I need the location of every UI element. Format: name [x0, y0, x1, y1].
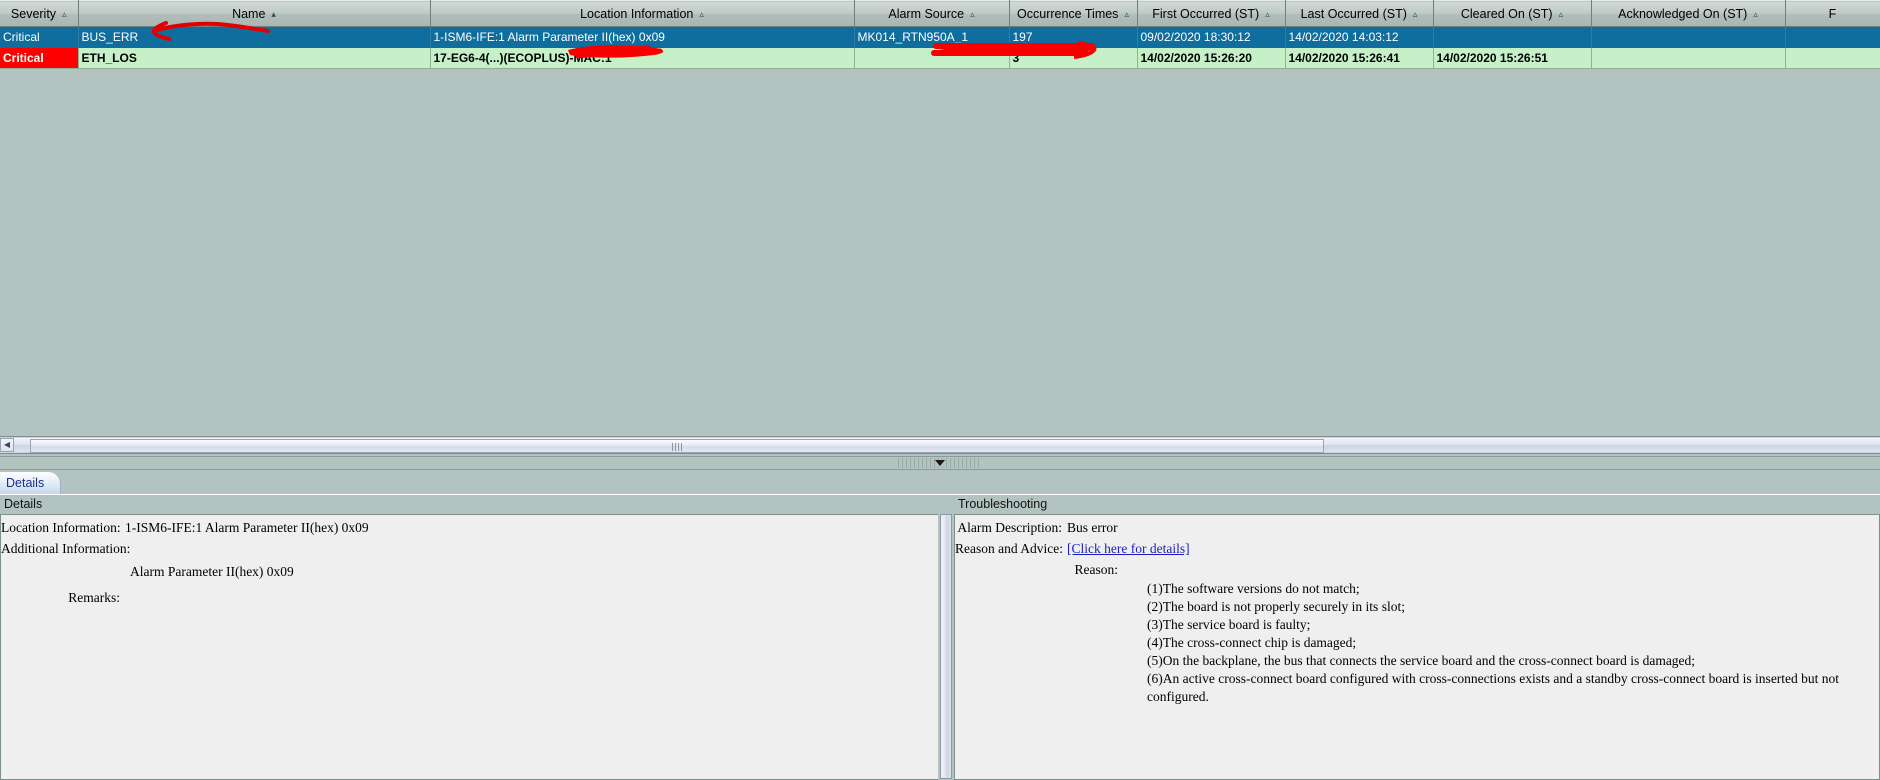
sort-ascending-icon: ▵ [970, 8, 975, 19]
details-additional-information-value: Alarm Parameter II(hex) 0x09 [130, 564, 294, 579]
column-header-last-occurred[interactable]: Last Occurred (ST) ▵ [1285, 0, 1434, 27]
cell-first-occurred: 09/02/2020 18:30:12 [1137, 26, 1286, 48]
column-header-acknowledged-on[interactable]: Acknowledged On (ST) ▵ [1591, 0, 1786, 27]
panel-splitter[interactable] [0, 456, 1880, 470]
column-header-acknowledged-on-label: Acknowledged On (ST) [1618, 6, 1748, 21]
cell-alarm-source: MK014_RTN950A_1 [854, 26, 1010, 48]
alarm-table-region: Severity ▵ Name ▴ Location Information ▵ Al… [0, 0, 1880, 432]
cell-location-information: 1-ISM6-IFE:1 Alarm Parameter II(hex) 0x0… [430, 26, 855, 48]
sort-ascending-icon: ▵ [1558, 8, 1564, 19]
details-scrollbar-track[interactable] [940, 514, 952, 779]
column-header-last-occurred-label: Last Occurred (ST) [1300, 6, 1407, 21]
cell-first-occurred: 14/02/2020 15:26:20 [1137, 47, 1286, 69]
cell-cleared-on: 14/02/2020 15:26:51 [1433, 47, 1592, 69]
tab-details-label: Details [6, 476, 45, 490]
scroll-left-arrow-icon[interactable]: ◀ [0, 438, 14, 452]
table-horizontal-scrollbar[interactable]: ◀ [0, 436, 1880, 454]
cell-name: ETH_LOS [78, 47, 431, 69]
sort-ascending-icon: ▵ [1753, 8, 1758, 19]
reason-item: (5)On the backplane, the bus that connec… [1147, 653, 1696, 668]
column-header-cleared-on-label: Cleared On (ST) [1460, 6, 1553, 21]
cell-truncated [1785, 47, 1880, 69]
sort-ascending-icon: ▵ [1412, 8, 1418, 19]
column-header-name[interactable]: Name ▴ [78, 0, 431, 27]
troubleshooting-alarm-description-row: Alarm Description: Bus error [955, 519, 1879, 536]
scrollbar-track[interactable] [14, 438, 1880, 453]
details-additional-information-label: Additional Information: [1, 541, 131, 556]
column-header-location-information-label: Location Information [580, 6, 694, 21]
details-remarks-row: Remarks: [1, 589, 940, 606]
details-location-information-value: 1-ISM6-IFE:1 Alarm Parameter II(hex) 0x0… [125, 520, 369, 535]
sort-ascending-icon: ▵ [699, 8, 704, 19]
scrollbar-thumb[interactable] [30, 439, 1324, 453]
cell-last-occurred: 14/02/2020 15:26:41 [1285, 47, 1434, 69]
details-additional-information-row: Additional Information: [1, 540, 940, 557]
column-header-alarm-source[interactable]: Alarm Source ▵ [854, 0, 1010, 27]
cell-severity: Critical [0, 26, 79, 48]
troubleshooting-panel: Troubleshooting Alarm Description: Bus e… [954, 495, 1880, 780]
cell-occurrence-times: 3 [1009, 47, 1138, 69]
troubleshooting-reason-row: Reason: [955, 561, 1879, 578]
column-header-severity-label: Severity [10, 6, 57, 21]
table-row[interactable]: Critical ETH_LOS 17-EG6-4(...)(ECOPLUS)-… [0, 47, 1880, 69]
details-location-information-row: Location Information: 1-ISM6-IFE:1 Alarm… [1, 519, 940, 536]
column-header-first-occurred-label: First Occurred (ST) [1152, 6, 1260, 21]
table-row[interactable]: Critical BUS_ERR 1-ISM6-IFE:1 Alarm Para… [0, 26, 1880, 48]
details-panel-title: Details [0, 495, 940, 514]
reason-item: (1)The software versions do not match; [1147, 581, 1360, 596]
cell-truncated [1785, 26, 1880, 48]
alarm-table: Severity ▵ Name ▴ Location Information ▵ Al… [0, 0, 1880, 69]
reason-item: (4)The cross-connect chip is damaged; [1147, 635, 1357, 650]
troubleshooting-reason-and-advice-label: Reason and Advice: [955, 541, 1063, 556]
table-header-row: Severity ▵ Name ▴ Location Information ▵ Al… [0, 0, 1880, 27]
column-header-name-label: Name [232, 6, 266, 21]
tab-details[interactable]: Details [0, 472, 62, 494]
sort-ascending-icon: ▵ [62, 8, 67, 19]
collapse-down-arrow-icon[interactable] [935, 460, 945, 466]
details-remarks-label: Remarks: [68, 590, 120, 605]
column-header-severity[interactable]: Severity ▵ [0, 0, 79, 27]
details-panel-vertical-scrollbar[interactable] [938, 495, 954, 780]
column-header-occurrence-times[interactable]: Occurrence Times ▵ [1009, 0, 1138, 27]
reason-and-advice-link[interactable]: [Click here for details] [1067, 540, 1190, 557]
reason-item: (3)The service board is faulty; [1147, 617, 1311, 632]
alarm-browser-window: Severity ▵ Name ▴ Location Information ▵ Al… [0, 0, 1880, 780]
column-header-truncated[interactable]: F [1785, 0, 1880, 27]
sort-ascending-active-icon: ▴ [271, 8, 276, 19]
details-panel: Details Location Information: 1-ISM6-IFE… [0, 495, 940, 780]
cell-cleared-on [1433, 26, 1592, 48]
troubleshooting-panel-title: Troubleshooting [954, 495, 1880, 514]
column-header-cleared-on[interactable]: Cleared On (ST) ▵ [1433, 0, 1592, 27]
column-header-occurrence-times-label: Occurrence Times [1017, 6, 1119, 21]
troubleshooting-reason-label: Reason: [1074, 562, 1119, 577]
reason-item: (6)An active cross-connect board configu… [1147, 671, 1840, 704]
troubleshooting-reason-list: (1)The software versions do not match; (… [1147, 580, 1879, 706]
cell-occurrence-times: 197 [1009, 26, 1138, 48]
cell-name: BUS_ERR [78, 26, 431, 48]
cell-location-information: 17-EG6-4(...)(ECOPLUS)-MAC:1 [430, 47, 855, 69]
cell-alarm-source [854, 47, 1010, 69]
scrollbar-grip-icon [672, 443, 682, 451]
cell-acknowledged-on [1591, 26, 1786, 48]
troubleshooting-panel-body: Alarm Description: Bus error Reason and … [954, 514, 1880, 780]
sort-ascending-icon: ▵ [1124, 8, 1129, 19]
column-header-location-information[interactable]: Location Information ▵ [430, 0, 855, 27]
cell-last-occurred: 14/02/2020 14:03:12 [1285, 26, 1434, 48]
column-header-truncated-label: F [1828, 6, 1837, 21]
cell-acknowledged-on [1591, 47, 1786, 69]
reason-item: (2)The board is not properly securely in… [1147, 599, 1405, 614]
sort-ascending-icon: ▵ [1265, 8, 1270, 19]
troubleshooting-reason-and-advice-row: Reason and Advice: [Click here for detai… [955, 540, 1879, 557]
troubleshooting-alarm-description-value: Bus error [1067, 520, 1118, 535]
splitter-handle[interactable] [898, 458, 982, 468]
column-header-first-occurred[interactable]: First Occurred (ST) ▵ [1137, 0, 1286, 27]
details-panel-body: Location Information: 1-ISM6-IFE:1 Alarm… [0, 514, 940, 780]
details-location-information-label: Location Information: [1, 520, 121, 535]
troubleshooting-alarm-description-label: Alarm Description: [957, 520, 1062, 535]
bottom-tab-strip: Details [0, 472, 1880, 495]
column-header-alarm-source-label: Alarm Source [888, 6, 965, 21]
cell-severity: Critical [0, 47, 79, 69]
